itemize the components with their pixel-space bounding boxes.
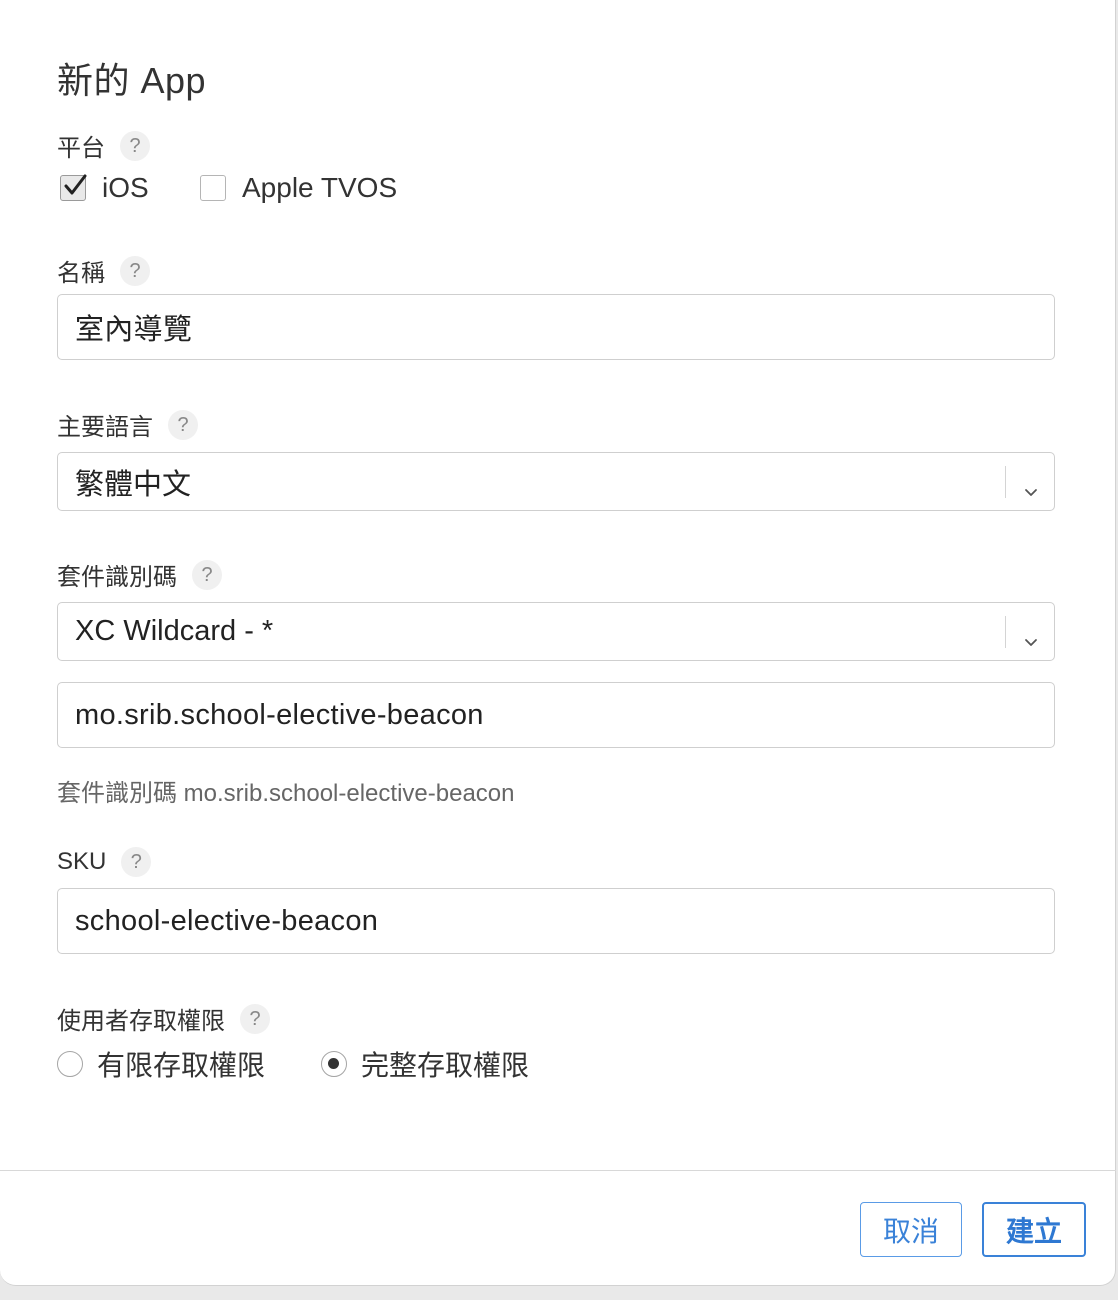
platform-label: 平台 <box>57 135 105 162</box>
user-access-help-icon[interactable]: ? <box>240 1003 270 1034</box>
cancel-button[interactable]: 取消 <box>860 1202 962 1257</box>
access-full-radio[interactable]: 完整存取權限 <box>321 1044 529 1084</box>
platform-label-row: 平台 ? <box>57 128 150 163</box>
platform-help-icon[interactable]: ? <box>120 130 150 161</box>
checkbox-checked-icon[interactable] <box>60 174 87 201</box>
checkbox-unchecked-icon[interactable] <box>200 175 226 201</box>
sku-input[interactable]: school-elective-beacon <box>57 888 1055 954</box>
bundle-id-hint: 套件識別碼 mo.srib.school-elective-beacon <box>57 780 515 807</box>
access-limited-label: 有限存取權限 <box>97 1050 266 1081</box>
select-divider <box>1005 616 1006 648</box>
language-help-icon[interactable]: ? <box>168 409 198 440</box>
bundle-id-help-icon[interactable]: ? <box>192 559 222 590</box>
chevron-down-icon[interactable] <box>1024 625 1038 658</box>
dialog-title: 新的 App <box>57 60 207 101</box>
new-app-dialog: 新的 App 平台 ? iOS Apple TVOS 名稱 ? 室內導覽 主要語… <box>0 0 1116 1286</box>
platform-ios-label: iOS <box>102 172 149 203</box>
language-label-row: 主要語言 ? <box>57 407 198 442</box>
sku-label-row: SKU ? <box>57 847 152 877</box>
radio-unselected-icon[interactable] <box>57 1051 83 1077</box>
name-help-icon[interactable]: ? <box>120 255 150 286</box>
bundle-id-suffix-input[interactable]: mo.srib.school-elective-beacon <box>57 682 1055 748</box>
access-full-label: 完整存取權限 <box>361 1050 530 1081</box>
user-access-label: 使用者存取權限 <box>57 1008 225 1035</box>
sku-label: SKU <box>57 848 107 875</box>
platform-ios-checkbox[interactable]: iOS <box>60 172 149 204</box>
footer-divider <box>0 1170 1116 1171</box>
platform-tvos-label: Apple TVOS <box>242 172 398 203</box>
platform-tvos-checkbox[interactable]: Apple TVOS <box>200 172 397 204</box>
name-input[interactable]: 室內導覽 <box>57 294 1055 360</box>
language-select[interactable]: 繁體中文 <box>57 452 1055 511</box>
name-label: 名稱 <box>57 260 105 287</box>
select-divider <box>1005 466 1006 498</box>
create-button[interactable]: 建立 <box>982 1202 1086 1257</box>
bundle-id-select-value: XC Wildcard - * <box>75 615 274 647</box>
sku-help-icon[interactable]: ? <box>121 847 152 877</box>
bundle-id-label-row: 套件識別碼 ? <box>57 557 222 592</box>
language-select-value: 繁體中文 <box>75 468 192 501</box>
bundle-id-select[interactable]: XC Wildcard - * <box>57 602 1055 661</box>
access-limited-radio[interactable]: 有限存取權限 <box>57 1044 265 1084</box>
radio-selected-icon[interactable] <box>321 1051 347 1077</box>
chevron-down-icon[interactable] <box>1024 475 1038 508</box>
bundle-id-label: 套件識別碼 <box>57 564 177 591</box>
user-access-label-row: 使用者存取權限 ? <box>57 1001 270 1036</box>
name-label-row: 名稱 ? <box>57 253 150 288</box>
language-label: 主要語言 <box>57 414 153 441</box>
